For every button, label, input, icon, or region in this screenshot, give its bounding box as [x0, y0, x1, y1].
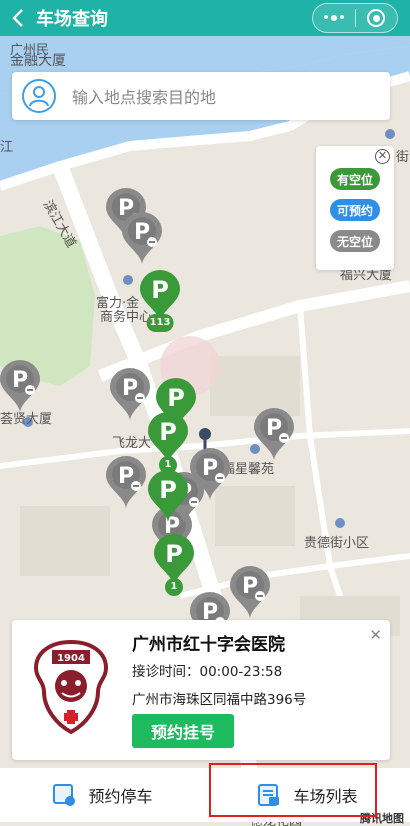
more-dots-icon [323, 15, 344, 21]
map-label-feilong: 飞龙大 [112, 436, 152, 451]
parking-marker-available[interactable]: P 1 [148, 412, 188, 474]
legend-close-icon[interactable]: ✕ [375, 149, 390, 164]
map-label-guide: 贵德街小区 [304, 536, 370, 551]
header-bar: 车场查询 [0, 0, 410, 36]
bottom-tab-bar: 预约停车 车场列表 [0, 768, 410, 822]
parking-count-badge: 1 [165, 578, 183, 596]
hospital-logo: 1904 [26, 638, 116, 738]
legend-full: 无空位 [330, 230, 380, 252]
svg-text:P: P [159, 418, 177, 446]
svg-text:1904: 1904 [57, 653, 85, 664]
parking-marker-available[interactable]: P 113 [140, 270, 180, 332]
parking-marker-available[interactable]: P 1 [154, 534, 194, 596]
book-appointment-button[interactable]: 预约挂号 [132, 714, 234, 748]
map-label-jie: 街 [396, 150, 410, 165]
mini-program-capsule [312, 3, 398, 33]
tab-booking-label: 预约停车 [88, 787, 153, 806]
parking-count-badge: 113 [146, 314, 174, 332]
svg-text:P: P [165, 540, 183, 568]
parking-marker-full[interactable]: P [110, 368, 150, 420]
card-close-icon[interactable]: ✕ [369, 626, 382, 644]
map-label-jinrong: 金融大厦 [10, 53, 66, 69]
tab-list-label: 车场列表 [293, 787, 358, 806]
parking-marker-available[interactable]: P [148, 470, 188, 522]
parking-marker-full[interactable]: P [0, 360, 40, 412]
svg-text:P: P [151, 276, 169, 304]
map-attribution: 腾讯地图 [360, 812, 404, 825]
tab-booking-parking[interactable]: 预约停车 [0, 768, 205, 822]
more-menu-button[interactable] [313, 4, 355, 32]
svg-text:P: P [159, 476, 177, 504]
page-title: 车场查询 [36, 9, 108, 30]
map-label-jiang: 江 [0, 140, 14, 155]
close-program-button[interactable] [356, 4, 398, 32]
hospital-name: 广州市红十字会医院 [132, 635, 285, 655]
parking-list-icon [258, 784, 280, 806]
hospital-info-card[interactable]: 1904 广州市红十字会医院 ✕ 接诊时间：00:00-23:58 广州市海珠区… [12, 620, 390, 760]
user-avatar-icon[interactable] [22, 79, 56, 113]
chevron-left-icon[interactable] [0, 8, 36, 28]
parking-legend: ✕ 有空位 可预约 无空位 [316, 146, 394, 270]
parking-marker-full[interactable]: P [106, 456, 146, 508]
search-input[interactable]: 输入地点搜索目的地 [72, 84, 216, 108]
hospital-address: 广州市海珠区同福中路396号 [132, 692, 307, 708]
parking-marker-full[interactable]: P [254, 408, 294, 460]
parking-marker-full[interactable]: P [122, 212, 162, 264]
target-icon [367, 9, 386, 27]
legend-available: 有空位 [330, 168, 380, 190]
parking-marker-full[interactable]: P [230, 566, 270, 618]
svg-text:P: P [167, 384, 185, 412]
hospital-hours: 接诊时间：00:00-23:58 [132, 664, 283, 680]
legend-bookable: 可预约 [330, 199, 380, 221]
search-bar[interactable]: 输入地点搜索目的地 [12, 72, 390, 120]
parking-booking-icon [53, 784, 76, 806]
